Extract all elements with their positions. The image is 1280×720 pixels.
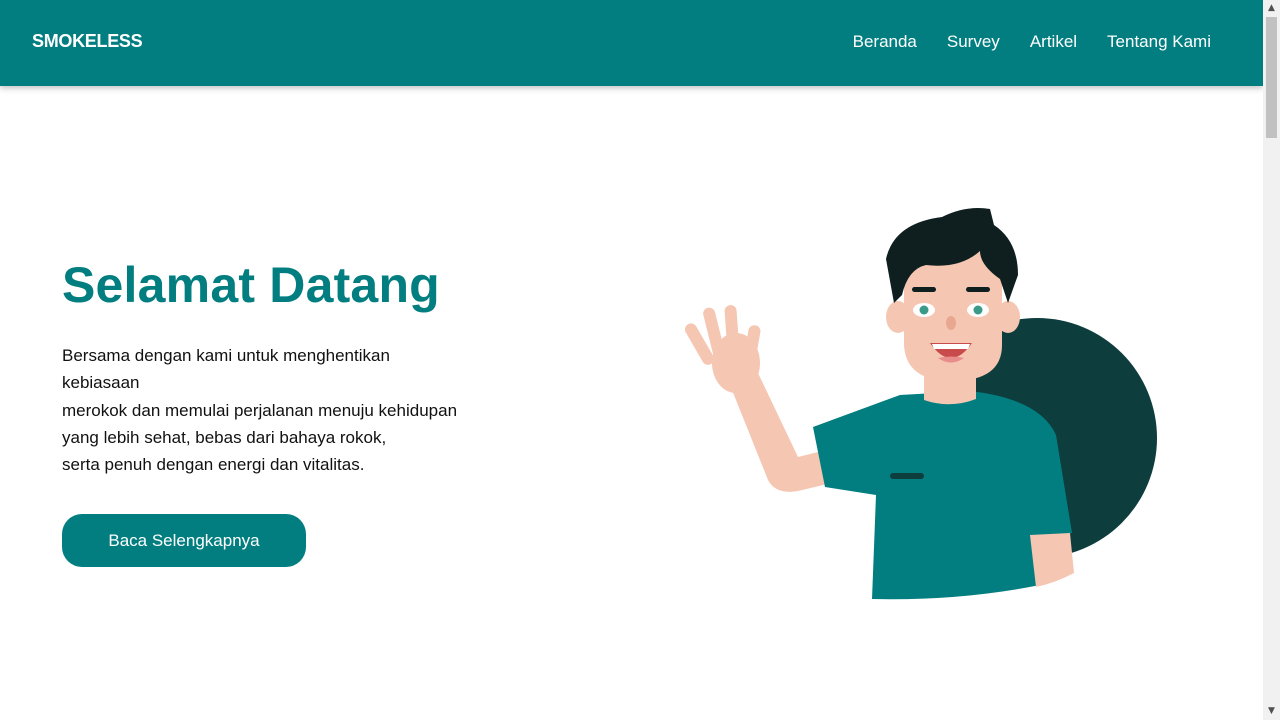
nav-links: Beranda Survey Artikel Tentang Kami [853, 31, 1211, 53]
read-more-button[interactable]: Baca Selengkapnya [62, 514, 306, 567]
hero-text-line: Bersama dengan kami untuk menghentikan [62, 346, 390, 365]
nav-link-artikel[interactable]: Artikel [1030, 31, 1077, 53]
hero-text-line: serta penuh dengan energi dan vitalitas. [62, 455, 365, 475]
right-eyebrow [966, 287, 990, 292]
top-navbar: SMOKELESS Beranda Survey Artikel Tentang… [0, 0, 1263, 86]
right-arm [1030, 533, 1074, 587]
hero-text-line: merokok dan memulai perjalanan menuju ke… [62, 400, 458, 420]
page-scrollbar[interactable]: ▲ ▼ [1263, 0, 1280, 720]
tshirt [813, 391, 1072, 600]
waving-man-illustration [685, 208, 1157, 600]
hero-description: Bersama dengan kami untuk menghentikan k… [62, 342, 532, 478]
nav-link-tentang-kami[interactable]: Tentang Kami [1107, 31, 1211, 53]
scrollbar-thumb[interactable] [1266, 17, 1277, 138]
triangle-down-icon[interactable]: ▼ [1263, 703, 1280, 720]
brand-logo[interactable]: SMOKELESS [32, 31, 143, 52]
shirt-pocket [890, 473, 924, 479]
hero-text-line: kebiasaan [62, 373, 140, 393]
nav-link-survey[interactable]: Survey [947, 31, 1000, 53]
waving-hand [685, 305, 761, 393]
nav-link-beranda[interactable]: Beranda [853, 31, 917, 53]
nose [946, 316, 956, 330]
left-eyebrow [912, 287, 936, 292]
hero-text-line: yang lebih sehat, bebas dari bahaya roko… [62, 427, 387, 447]
hero-title: Selamat Datang [62, 257, 440, 313]
triangle-up-icon[interactable]: ▲ [1263, 0, 1280, 17]
